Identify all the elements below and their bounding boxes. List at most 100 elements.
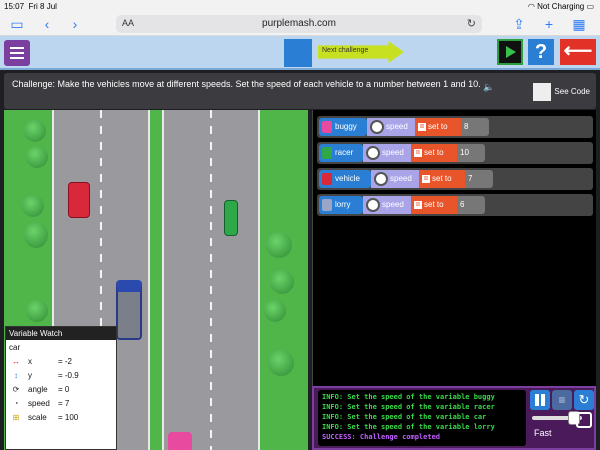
value-input[interactable]: 7	[465, 170, 493, 188]
variable-watch-panel: Variable Watch car ↔ x = -2 ↕ y = -0.9 ⟳…	[5, 326, 117, 450]
menu-button[interactable]	[4, 40, 30, 66]
step-button[interactable]: ≡	[552, 390, 572, 410]
variable-row: ↕ y = -0.9	[6, 369, 116, 383]
console-line: INFO: Set the speed of the variable bugg…	[322, 393, 495, 401]
wifi-icon: ◠	[527, 2, 535, 11]
speedometer-icon	[366, 145, 380, 160]
status-time: 15:07 Fri 8 Jul	[4, 2, 57, 11]
sidebar-icon[interactable]: ▭	[8, 15, 26, 33]
buggy[interactable]	[168, 432, 192, 450]
horizontal-arrow-icon: ↔	[12, 357, 20, 366]
challenge-text: Challenge: Make the vehicles move at dif…	[12, 79, 481, 89]
see-code-button[interactable]: See Code	[533, 83, 590, 101]
lorry[interactable]	[116, 280, 142, 340]
back-icon[interactable]: ‹	[38, 15, 56, 33]
vertical-arrow-icon: ↕	[14, 371, 18, 380]
property-block[interactable]: speed	[371, 170, 419, 188]
tree	[264, 300, 286, 322]
challenge-bar: Challenge: Make the vehicles move at dif…	[4, 73, 596, 109]
help-button[interactable]: ?	[528, 39, 554, 65]
value-input[interactable]: 8	[461, 118, 489, 136]
tree	[24, 222, 48, 248]
console-line: INFO: Set the speed of the variable car	[322, 413, 487, 421]
equals-icon: =	[422, 173, 430, 183]
variable-row: ⟳ angle = 0	[6, 383, 116, 397]
code-row[interactable]: buggy speed = set to 8	[317, 116, 593, 138]
forward-icon[interactable]: ›	[66, 15, 84, 33]
address-bar[interactable]: AA purplemash.com ↻	[116, 15, 482, 33]
object-block[interactable]: vehicle	[319, 170, 371, 188]
tree	[26, 146, 48, 168]
app-toolbar: Next challenge ? ⟵	[0, 36, 600, 70]
variable-watch-title: Variable Watch	[6, 327, 116, 340]
step-icon: ≡	[558, 393, 566, 407]
code-row[interactable]: vehicle speed = set to 7	[317, 168, 593, 190]
scale-icon: ⊞	[12, 413, 20, 422]
tree	[26, 300, 48, 322]
console-output[interactable]: INFO: Set the speed of the variable bugg…	[318, 390, 526, 446]
racer-car[interactable]	[224, 200, 238, 236]
vehicle-car[interactable]	[68, 182, 90, 218]
property-block[interactable]: speed	[363, 144, 411, 162]
exit-button[interactable]: ⟵	[560, 39, 596, 65]
object-block[interactable]: racer	[319, 144, 363, 162]
object-icon[interactable]	[284, 39, 312, 67]
set-block[interactable]: = set to	[419, 170, 465, 188]
tabs-icon[interactable]: ▦	[570, 15, 588, 33]
pause-icon	[535, 394, 539, 406]
tree	[266, 232, 292, 258]
speed-label: Fast	[534, 428, 552, 438]
next-challenge-button[interactable]: Next challenge	[318, 41, 404, 63]
url-text: purplemash.com	[262, 18, 336, 29]
reload-icon[interactable]: ↻	[467, 17, 476, 30]
racer-icon	[322, 146, 332, 159]
watched-object: car	[9, 343, 21, 352]
code-row[interactable]: racer speed = set to 10	[317, 142, 593, 164]
speed-slider[interactable]	[532, 411, 582, 425]
code-area[interactable]: buggy speed = set to 8 racer speed = set t…	[312, 110, 596, 386]
object-block[interactable]: lorry	[319, 196, 363, 214]
speedometer-icon	[370, 119, 384, 134]
share-icon[interactable]: ⇪	[510, 15, 528, 33]
value-input[interactable]: 10	[457, 144, 485, 162]
console-success-line: SUCCESS: Challenge completed	[322, 433, 441, 441]
console-line: INFO: Set the speed of the variable lorr…	[322, 423, 495, 431]
vehicle-icon	[322, 172, 332, 185]
speedometer-icon	[366, 197, 380, 212]
speedometer-icon	[374, 171, 388, 186]
fullscreen-button[interactable]	[576, 412, 592, 428]
play-icon	[506, 46, 516, 58]
set-block[interactable]: = set to	[411, 196, 457, 214]
buggy-icon	[322, 120, 332, 133]
reset-button[interactable]: ↻	[574, 390, 594, 410]
property-block[interactable]: speed	[363, 196, 411, 214]
angle-icon: ⟳	[12, 385, 20, 394]
console-line: INFO: Set the speed of the variable race…	[322, 403, 495, 411]
battery-status: ◠ Not Charging ▭	[527, 2, 594, 11]
lorry-icon	[322, 198, 332, 211]
back-arrow-icon: ⟵	[563, 40, 593, 62]
tree	[22, 195, 44, 217]
equals-icon: =	[418, 121, 426, 131]
play-button[interactable]	[497, 39, 523, 65]
object-block[interactable]: buggy	[319, 118, 367, 136]
speedometer-icon: ◔	[13, 399, 19, 408]
tree	[24, 120, 46, 142]
set-block[interactable]: = set to	[415, 118, 461, 136]
new-tab-icon[interactable]: +	[540, 15, 558, 33]
variable-row: ◔ speed = 7	[6, 397, 116, 411]
speaker-icon[interactable]: 🔈	[483, 80, 501, 92]
pause-button[interactable]	[530, 390, 550, 410]
reset-icon: ↻	[578, 392, 590, 407]
variable-row: ⊞ scale = 100	[6, 411, 116, 425]
variable-row: ↔ x = -2	[6, 355, 116, 369]
equals-icon: =	[414, 199, 422, 209]
output-panel: INFO: Set the speed of the variable bugg…	[312, 386, 596, 450]
code-preview-icon	[533, 83, 552, 101]
property-block[interactable]: speed	[367, 118, 415, 136]
code-row[interactable]: lorry speed = set to 6	[317, 194, 593, 216]
value-input[interactable]: 6	[457, 196, 485, 214]
set-block[interactable]: = set to	[411, 144, 457, 162]
tree	[268, 350, 294, 376]
equals-icon: =	[414, 147, 422, 157]
